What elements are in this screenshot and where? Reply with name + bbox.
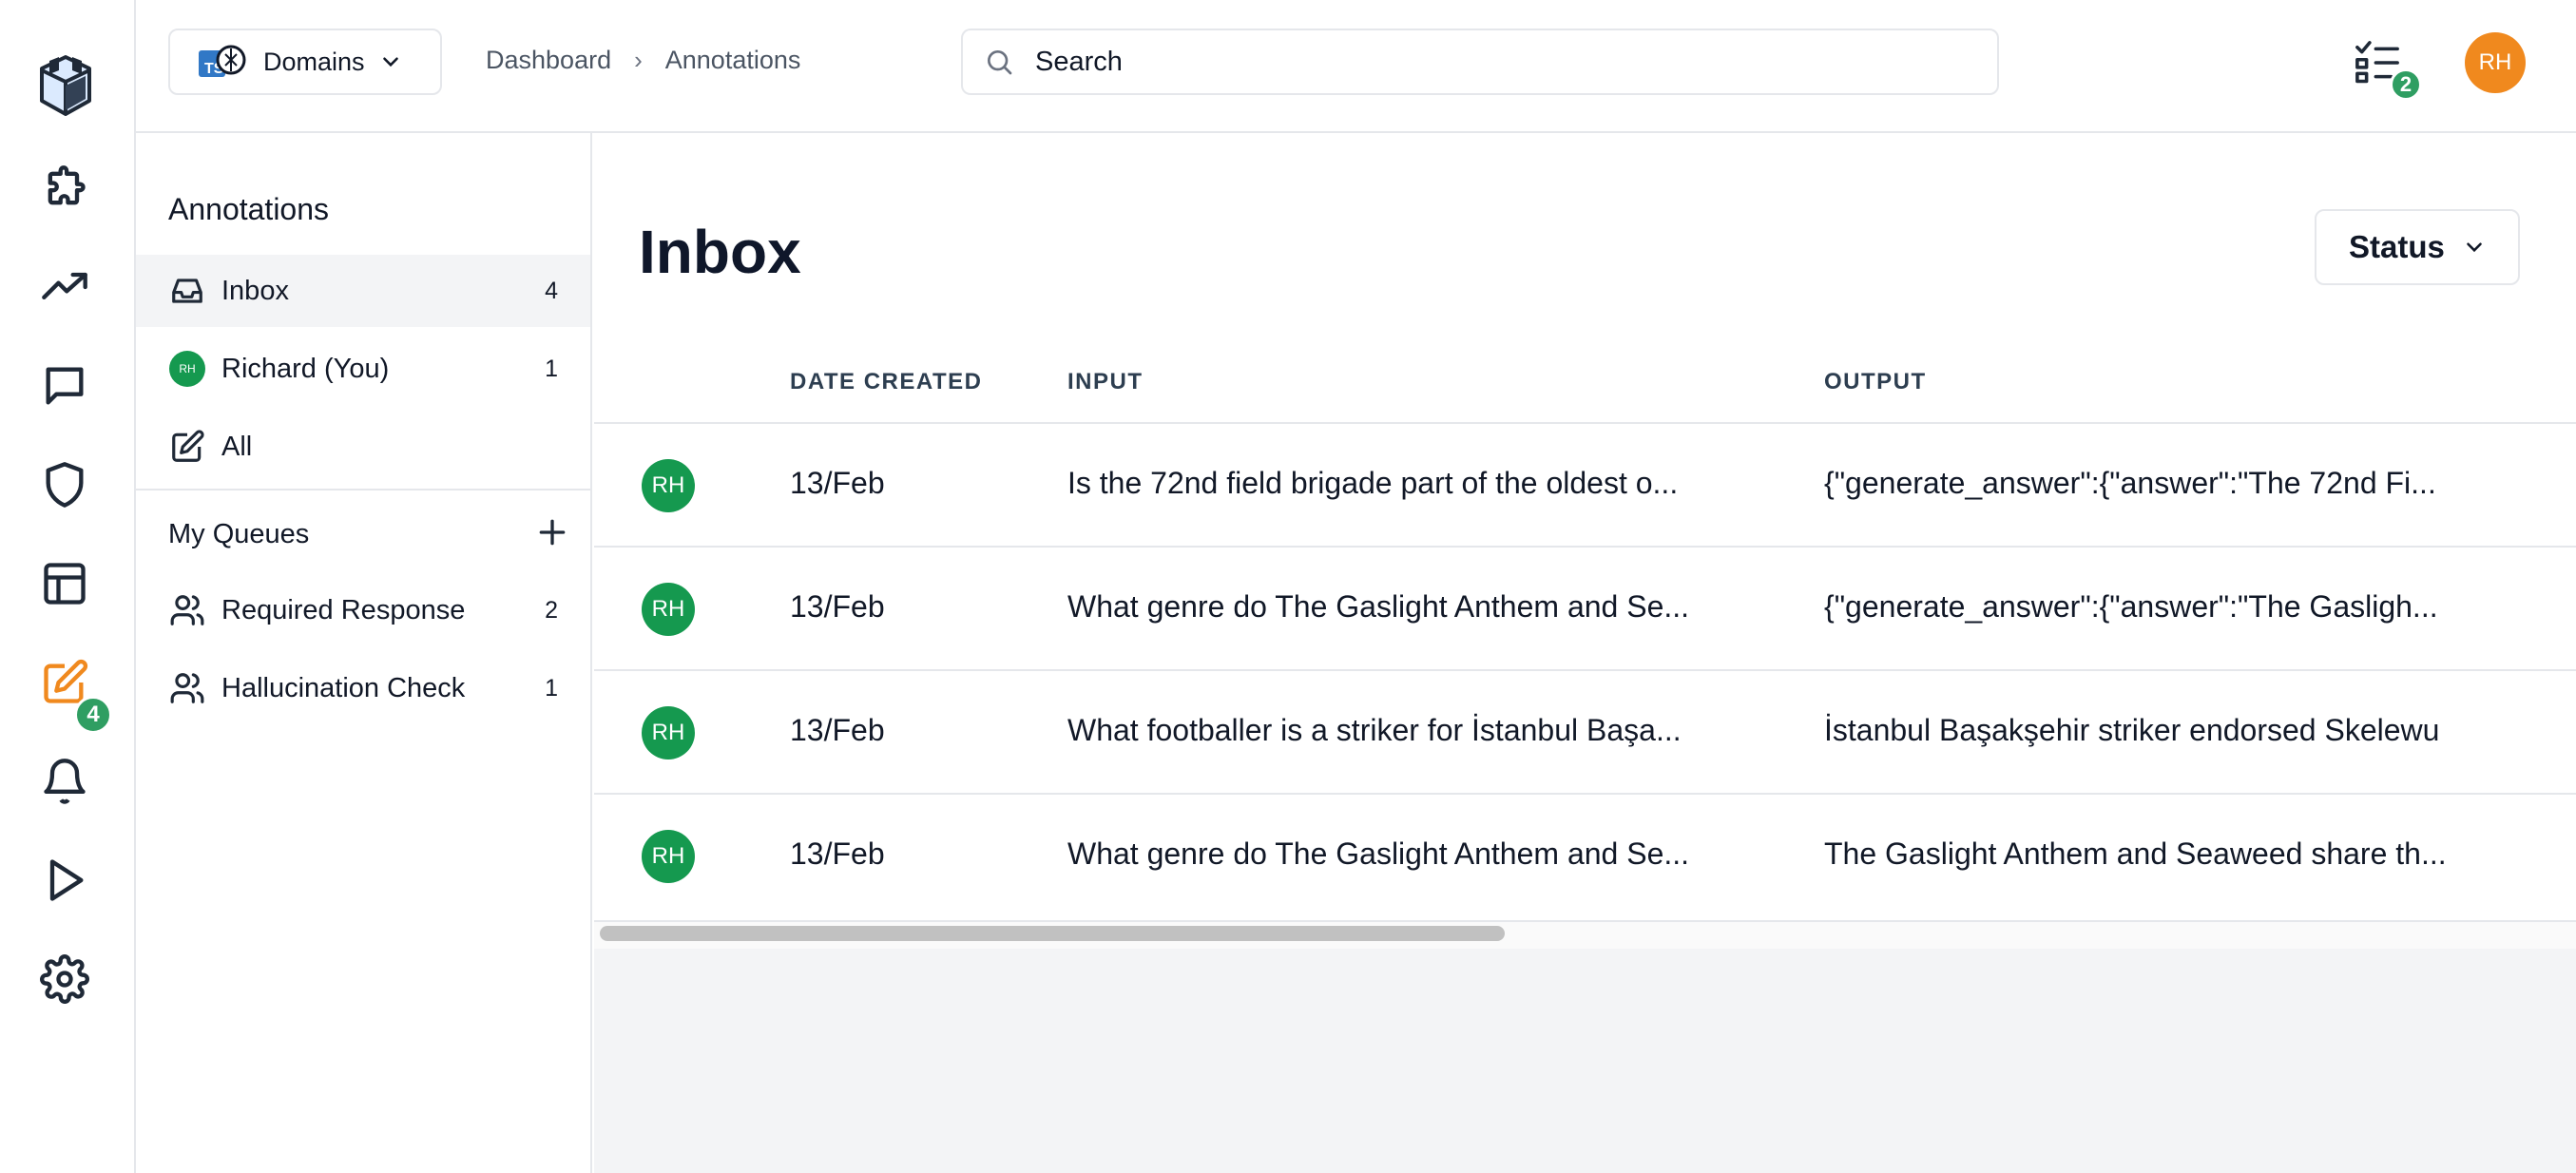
sidebar-queue-hallucination-check[interactable]: Hallucination Check 1 bbox=[136, 652, 590, 724]
avatar: RH bbox=[642, 459, 695, 512]
sidebar-item-inbox[interactable]: Inbox 4 bbox=[136, 255, 590, 327]
richard-count: 1 bbox=[545, 355, 558, 382]
sidebar-item-all[interactable]: All bbox=[136, 411, 590, 483]
user-avatar[interactable]: RH bbox=[2465, 32, 2526, 93]
breadcrumb-annotations[interactable]: Annotations bbox=[665, 46, 801, 75]
tasks-count-badge: 2 bbox=[2390, 68, 2422, 101]
users-icon bbox=[168, 669, 206, 707]
input-cell: What genre do The Gaslight Anthem and Se… bbox=[1067, 589, 1690, 624]
domains-label: Domains bbox=[263, 47, 365, 76]
search-input[interactable] bbox=[1035, 46, 1891, 78]
table-row[interactable]: RH 13/Feb What genre do The Gaslight Ant… bbox=[594, 546, 2576, 669]
add-queue-button[interactable] bbox=[533, 513, 571, 551]
play-icon[interactable] bbox=[38, 854, 91, 907]
table-row[interactable]: RH 13/Feb Is the 72nd field brigade part… bbox=[594, 422, 2576, 546]
sidebar-item-richard[interactable]: RH Richard (You) 1 bbox=[136, 333, 590, 405]
date-cell: 13/Feb bbox=[790, 466, 885, 500]
output-cell: The Gaslight Anthem and Seaweed share th… bbox=[1824, 836, 2447, 871]
annotations-count-badge: 4 bbox=[74, 696, 112, 734]
input-cell: What genre do The Gaslight Anthem and Se… bbox=[1067, 836, 1690, 871]
input-cell: Is the 72nd field brigade part of the ol… bbox=[1067, 466, 1679, 500]
chevron-right-icon: › bbox=[634, 46, 643, 74]
main-content: Inbox Status DATE CREATED INPUT OUTPUT R… bbox=[594, 133, 2576, 1173]
avatar: RH bbox=[642, 583, 695, 636]
avatar: RH bbox=[642, 830, 695, 883]
sidebar-item-label: Hallucination Check bbox=[221, 672, 466, 703]
inbox-count: 4 bbox=[545, 277, 558, 304]
status-filter-dropdown[interactable]: Status bbox=[2315, 209, 2520, 285]
icon-rail: 4 bbox=[0, 0, 136, 1173]
domains-dropdown[interactable]: TS Domains bbox=[168, 29, 442, 95]
annotations-sidebar: Annotations Inbox 4 RH Richard (You) 1 A… bbox=[136, 133, 592, 1173]
sidebar-queue-required-response[interactable]: Required Response 2 bbox=[136, 574, 590, 646]
column-header-date[interactable]: DATE CREATED bbox=[790, 369, 982, 395]
avatar: RH bbox=[642, 706, 695, 760]
gear-icon[interactable] bbox=[38, 952, 91, 1006]
column-header-output[interactable]: OUTPUT bbox=[1824, 369, 1927, 395]
chat-icon[interactable] bbox=[38, 359, 91, 413]
output-cell: {"generate_answer":{"answer":"The Gaslig… bbox=[1824, 589, 2438, 624]
sidebar-item-label: Richard (You) bbox=[221, 353, 390, 384]
input-cell: What footballer is a striker for İstanbu… bbox=[1067, 713, 1682, 747]
output-cell: {"generate_answer":{"answer":"The 72nd F… bbox=[1824, 466, 2436, 500]
app-logo-icon[interactable] bbox=[36, 53, 95, 120]
shield-icon[interactable] bbox=[38, 458, 91, 511]
sidebar-item-label: Inbox bbox=[221, 275, 289, 306]
breadcrumb-dashboard[interactable]: Dashboard bbox=[486, 46, 611, 75]
trend-icon[interactable] bbox=[38, 260, 91, 314]
sidebar-divider bbox=[136, 489, 590, 490]
sidebar-item-label: All bbox=[221, 431, 253, 462]
breadcrumb: Dashboard › Annotations bbox=[486, 46, 800, 75]
my-queues-heading: My Queues bbox=[168, 519, 310, 549]
avatar: RH bbox=[169, 351, 205, 387]
edit-icon bbox=[168, 428, 206, 466]
sidebar-title: Annotations bbox=[168, 192, 330, 226]
plus-icon bbox=[539, 519, 566, 546]
output-cell: İstanbul Başakşehir striker endorsed Ske… bbox=[1824, 713, 2440, 747]
search-icon bbox=[988, 50, 1012, 75]
table-row[interactable]: RH 13/Feb What footballer is a striker f… bbox=[594, 669, 2576, 793]
scrollbar-thumb[interactable] bbox=[600, 926, 1505, 941]
table-icon[interactable] bbox=[38, 557, 91, 610]
sidebar-item-label: Required Response bbox=[221, 594, 466, 625]
date-cell: 13/Feb bbox=[790, 589, 885, 624]
inbox-icon bbox=[168, 272, 206, 310]
date-cell: 13/Feb bbox=[790, 836, 885, 871]
date-cell: 13/Feb bbox=[790, 713, 885, 747]
page-title: Inbox bbox=[639, 218, 801, 286]
users-icon bbox=[168, 591, 206, 629]
queue-count: 2 bbox=[545, 596, 558, 624]
bell-icon[interactable] bbox=[38, 755, 91, 808]
search-box[interactable] bbox=[961, 29, 1999, 95]
chevron-down-icon bbox=[2467, 242, 2482, 253]
top-bar: TS Domains Dashboard › Annotations 2 RH bbox=[136, 0, 2576, 133]
status-label: Status bbox=[2349, 229, 2445, 264]
table-row[interactable]: RH 13/Feb What genre do The Gaslight Ant… bbox=[594, 793, 2576, 916]
queue-count: 1 bbox=[545, 674, 558, 702]
column-header-input[interactable]: INPUT bbox=[1067, 369, 1144, 395]
puzzle-icon[interactable] bbox=[38, 162, 91, 215]
avatar-wrap: RH bbox=[168, 350, 206, 388]
domain-logo-icon: TS bbox=[197, 43, 250, 81]
inbox-panel: Inbox Status DATE CREATED INPUT OUTPUT R… bbox=[594, 133, 2576, 949]
chevron-down-icon bbox=[382, 57, 398, 67]
